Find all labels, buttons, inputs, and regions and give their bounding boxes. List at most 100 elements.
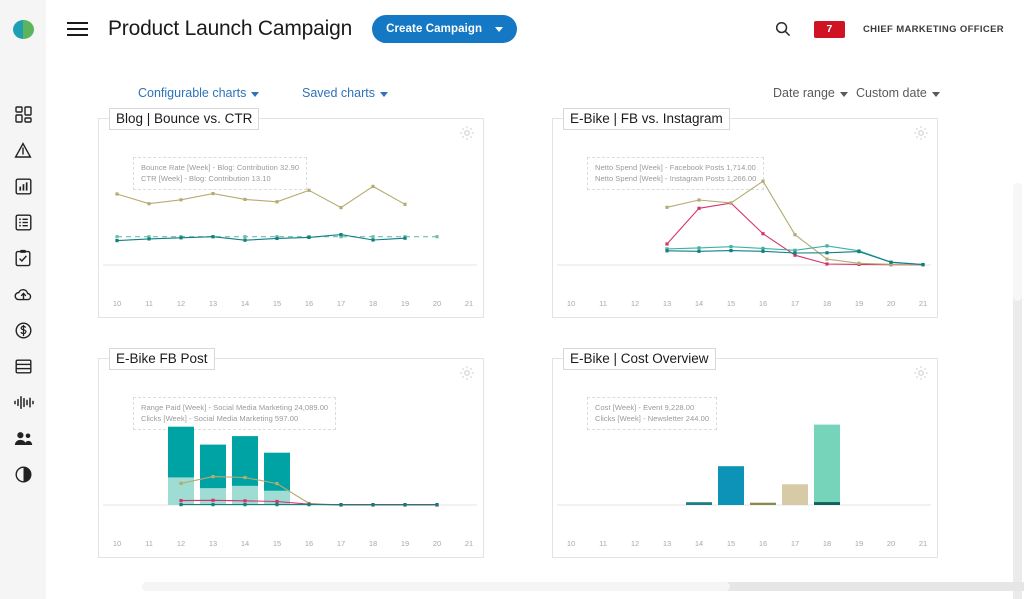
chevron-down-icon xyxy=(839,91,848,97)
configurable-charts-dropdown[interactable]: Configurable charts xyxy=(138,86,260,100)
bar xyxy=(718,466,744,505)
x-axis-tick: 10 xyxy=(566,299,576,308)
x-axis-tick: 16 xyxy=(304,299,314,308)
x-axis-tick: 13 xyxy=(208,299,218,308)
x-axis-tick: 19 xyxy=(854,299,864,308)
sidebar-item-audience[interactable] xyxy=(0,420,46,456)
filter-bar: Configurable charts Saved charts Date ra… xyxy=(46,82,1024,110)
signal-icon xyxy=(13,395,34,410)
saved-charts-dropdown[interactable]: Saved charts xyxy=(302,86,388,100)
x-axis-tick: 20 xyxy=(886,539,896,548)
sidebar-item-tasks[interactable] xyxy=(0,240,46,276)
plot-area-1 xyxy=(99,119,485,319)
sidebar-item-alerts[interactable] xyxy=(0,132,46,168)
x-axis-tick: 17 xyxy=(336,299,346,308)
menu-icon[interactable] xyxy=(60,12,94,46)
chart-panel-ebike-cost-overview: E-Bike | Cost Overview Cost [Week] - Eve… xyxy=(552,348,939,558)
sidebar-item-dashboard[interactable] xyxy=(0,96,46,132)
user-role-label[interactable]: CHIEF MARKETING OFFICER xyxy=(863,24,1004,35)
chart-line xyxy=(116,234,406,242)
x-axis-tick: 19 xyxy=(854,539,864,548)
x-axis-tick: 17 xyxy=(790,299,800,308)
x-axis-tick: 18 xyxy=(368,539,378,548)
x-axis-tick: 13 xyxy=(208,539,218,548)
x-axis-tick: 12 xyxy=(630,539,640,548)
reports-icon xyxy=(15,214,32,231)
vertical-scrollbar[interactable] xyxy=(1013,183,1022,599)
cloud-upload-icon xyxy=(14,287,33,302)
vertical-scrollbar-thumb[interactable] xyxy=(1013,183,1022,301)
bar-base xyxy=(200,488,226,505)
sidebar-item-upload[interactable] xyxy=(0,276,46,312)
plot-area-3 xyxy=(99,359,485,559)
top-bar: Product Launch Campaign Create Campaign … xyxy=(0,0,1024,58)
x-axis-tick: 12 xyxy=(176,299,186,308)
x-axis-tick: 18 xyxy=(822,299,832,308)
x-axis-tick: 21 xyxy=(464,299,474,308)
x-axis-labels-4: 10 11 12 13 14 15 16 17 18 19 20 21 xyxy=(553,539,939,551)
bar xyxy=(814,502,840,505)
alerts-icon xyxy=(14,141,32,159)
sidebar-item-segments[interactable] xyxy=(0,456,46,492)
sidebar-item-reports[interactable] xyxy=(0,204,46,240)
x-axis-tick: 12 xyxy=(630,299,640,308)
app-logo[interactable] xyxy=(0,0,46,58)
x-axis-tick: 21 xyxy=(918,539,928,548)
segments-icon xyxy=(14,465,32,483)
x-axis-tick: 20 xyxy=(886,299,896,308)
x-axis-labels-3: 10 11 12 13 14 15 16 17 18 19 20 21 xyxy=(99,539,485,551)
analytics-icon xyxy=(15,178,32,195)
chevron-down-icon xyxy=(931,91,940,97)
x-axis-tick: 15 xyxy=(726,299,736,308)
x-axis-tick: 18 xyxy=(368,299,378,308)
x-axis-tick: 18 xyxy=(822,539,832,548)
bar xyxy=(750,502,776,505)
chart-panel-ebike-fb-vs-instagram: E-Bike | FB vs. Instagram Netto Spend [W… xyxy=(552,108,939,319)
horizontal-scrollbar-thumb[interactable] xyxy=(142,582,730,591)
chevron-down-icon xyxy=(251,91,260,97)
x-axis-tick: 19 xyxy=(400,539,410,548)
x-axis-tick: 15 xyxy=(726,539,736,548)
content-area: Configurable charts Saved charts Date ra… xyxy=(46,58,1024,599)
tasks-icon xyxy=(15,249,31,267)
x-axis-tick: 11 xyxy=(599,539,607,548)
sidebar-item-analytics[interactable] xyxy=(0,168,46,204)
top-bar-right: 7 CHIEF MARKETING OFFICER xyxy=(768,14,1024,44)
x-axis-tick: 12 xyxy=(176,539,186,548)
x-axis-tick: 17 xyxy=(790,539,800,548)
x-axis-tick: 19 xyxy=(400,299,410,308)
budget-icon xyxy=(14,321,32,339)
create-campaign-button[interactable]: Create Campaign xyxy=(372,15,518,43)
x-axis-tick: 13 xyxy=(662,539,672,548)
sidebar-item-data[interactable] xyxy=(0,348,46,384)
plot-area-2 xyxy=(553,119,939,319)
x-axis-tick: 14 xyxy=(240,539,250,548)
chart-svg xyxy=(103,184,477,266)
x-axis-tick: 14 xyxy=(240,299,250,308)
search-icon[interactable] xyxy=(768,14,798,44)
x-axis-tick: 14 xyxy=(694,539,704,548)
chart-line xyxy=(116,185,406,209)
x-axis-labels-2: 10 11 12 13 14 15 16 17 18 19 20 21 xyxy=(553,299,939,311)
chart-panel-ebike-fb-post: E-Bike FB Post Range Paid [Week] - Socia… xyxy=(98,348,485,559)
x-axis-tick: 11 xyxy=(145,539,153,548)
horizontal-scrollbar[interactable] xyxy=(142,582,1024,591)
x-axis-tick: 10 xyxy=(566,539,576,548)
date-range-dropdown[interactable]: Date range xyxy=(773,86,848,100)
page-title: Product Launch Campaign xyxy=(108,17,353,40)
x-axis-tick: 11 xyxy=(145,299,153,308)
sidebar-rail xyxy=(0,58,46,599)
x-axis-tick: 10 xyxy=(112,299,122,308)
sidebar-item-activity[interactable] xyxy=(0,384,46,420)
x-axis-tick: 14 xyxy=(694,299,704,308)
custom-date-dropdown[interactable]: Custom date xyxy=(856,86,940,100)
notification-badge[interactable]: 7 xyxy=(813,20,845,38)
configurable-charts-label: Configurable charts xyxy=(138,86,247,100)
x-axis-tick: 21 xyxy=(464,539,474,548)
x-axis-tick: 20 xyxy=(432,539,442,548)
leaf-logo-icon xyxy=(12,19,34,39)
dashboard-icon xyxy=(14,105,32,123)
sidebar-item-budget[interactable] xyxy=(0,312,46,348)
chevron-down-icon xyxy=(495,26,504,32)
x-axis-tick: 15 xyxy=(272,299,282,308)
